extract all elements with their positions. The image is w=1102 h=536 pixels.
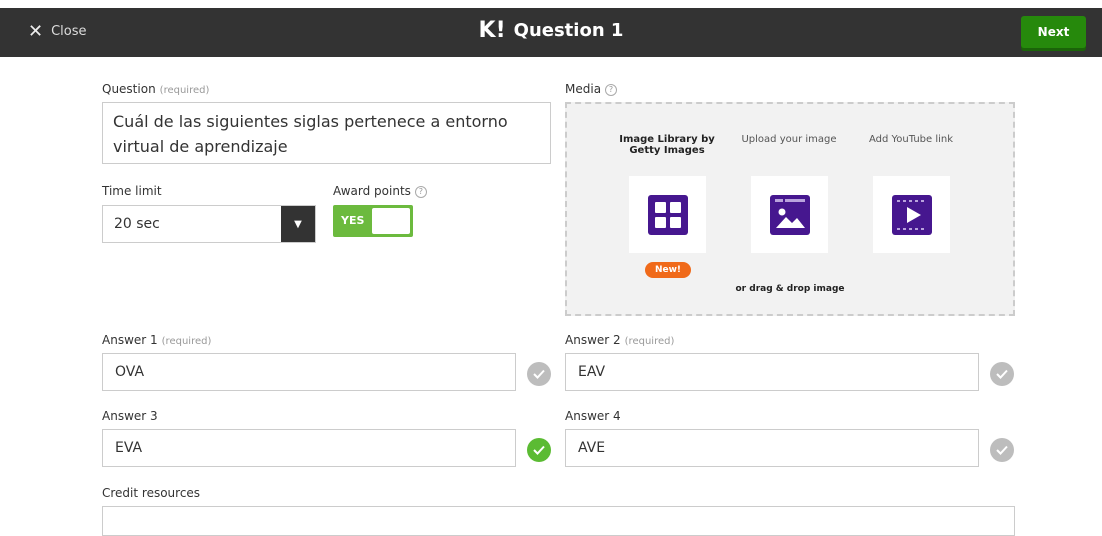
answer-3-input[interactable]: EVA (102, 429, 516, 467)
help-icon[interactable]: ? (414, 185, 427, 198)
answer-required: (required) (161, 336, 212, 347)
answer-label-text: Answer 2 (565, 333, 621, 347)
top-bar: ✕ Close K! Question 1 Next (0, 8, 1102, 57)
new-badge: New! (645, 262, 691, 278)
media-label: Media? (565, 82, 618, 96)
question-required: (required) (159, 85, 210, 96)
award-points-toggle[interactable]: YES (333, 205, 413, 237)
upload-image-button[interactable] (751, 176, 828, 253)
answer-2-input[interactable]: EAV (565, 353, 979, 391)
time-limit-value: 20 sec (114, 216, 160, 232)
media-dropzone[interactable]: Image Library by Getty Images Upload you… (565, 102, 1015, 316)
image-library-button[interactable] (629, 176, 706, 253)
page-title: K! Question 1 (0, 18, 1102, 43)
image-upload-icon (769, 194, 810, 235)
checkmark-icon (533, 369, 545, 379)
drag-drop-text: or drag & drop image (735, 284, 845, 294)
question-input[interactable]: Cuál de las siguientes siglas pertenece … (102, 102, 551, 164)
answer-3-value: EVA (115, 440, 143, 456)
answer-4-correct-toggle[interactable] (990, 438, 1014, 462)
checkmark-icon (533, 445, 545, 455)
answer-1-correct-toggle[interactable] (527, 362, 551, 386)
video-icon (891, 194, 932, 235)
media-option-label: Add YouTube link (868, 134, 954, 145)
question-label-text: Question (102, 82, 156, 96)
answer-4-input[interactable]: AVE (565, 429, 979, 467)
checkmark-icon (996, 445, 1008, 455)
answer-1-input[interactable]: OVA (102, 353, 516, 391)
question-label: Question (required) (102, 82, 209, 96)
answer-2-value: EAV (578, 364, 606, 380)
answer-3-label: Answer 3 (102, 409, 158, 423)
media-option-label: Image Library by Getty Images (619, 134, 715, 156)
toggle-knob (372, 208, 410, 234)
answer-3-correct-toggle[interactable] (527, 438, 551, 462)
help-icon[interactable]: ? (605, 83, 618, 96)
time-limit-label: Time limit (102, 184, 162, 198)
checkmark-icon (996, 369, 1008, 379)
media-option-label: Upload your image (741, 134, 837, 145)
title-text: Question 1 (513, 20, 624, 41)
grid-icon (647, 194, 688, 235)
media-label-text: Media (565, 82, 602, 96)
answer-1-label: Answer 1 (required) (102, 333, 211, 347)
answer-2-correct-toggle[interactable] (990, 362, 1014, 386)
next-button[interactable]: Next (1021, 16, 1086, 48)
answer-4-value: AVE (578, 440, 606, 456)
credit-resources-input[interactable] (102, 506, 1015, 536)
credit-resources-label: Credit resources (102, 486, 201, 500)
toggle-label: YES (341, 214, 365, 227)
time-limit-select[interactable]: 20 sec ▼ (102, 205, 316, 243)
award-points-label-text: Award points (333, 184, 411, 198)
answer-label-text: Answer 1 (102, 333, 158, 347)
dropdown-arrow-icon[interactable]: ▼ (281, 206, 315, 242)
award-points-label: Award points? (333, 184, 427, 198)
answer-required: (required) (624, 336, 675, 347)
youtube-link-button[interactable] (873, 176, 950, 253)
answer-4-label: Answer 4 (565, 409, 621, 423)
answer-2-label: Answer 2 (required) (565, 333, 674, 347)
kahoot-logo: K! (478, 18, 506, 43)
answer-1-value: OVA (115, 364, 145, 380)
